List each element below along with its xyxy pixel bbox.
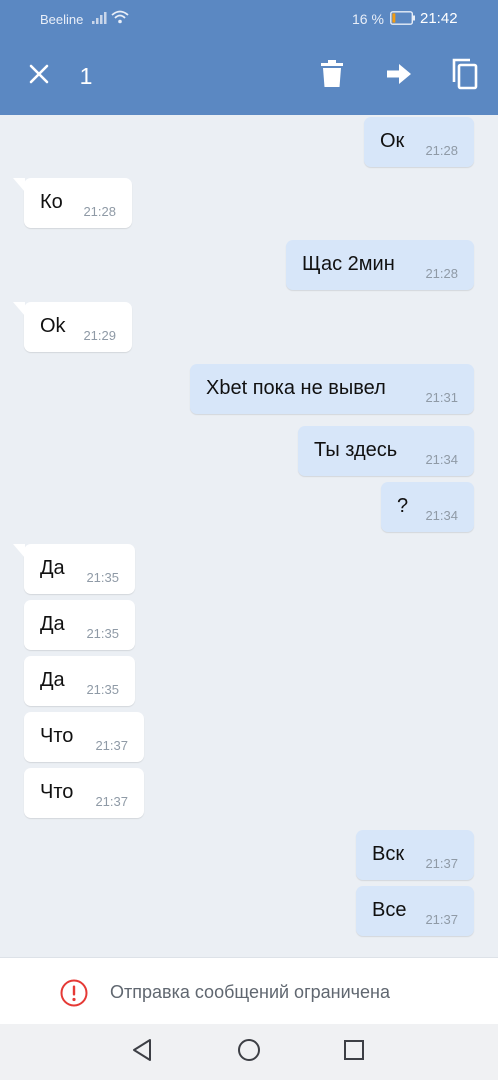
message-text: ? <box>397 495 409 517</box>
forward-button[interactable] <box>382 38 416 115</box>
wifi-icon <box>111 10 129 27</box>
message-text: Ок <box>380 130 405 152</box>
message-bubble-in[interactable]: Ко 21:28 <box>13 178 132 228</box>
message-time: 21:31 <box>425 390 458 405</box>
message-time: 21:37 <box>95 738 128 753</box>
message-time: 21:34 <box>425 508 458 523</box>
message-bubble-out[interactable]: Xbet пока не вывел 21:31 <box>190 364 474 414</box>
message-text: Щас 2мин <box>302 253 395 275</box>
nav-recent-apps-button[interactable] <box>334 1034 374 1070</box>
message-text: Да <box>40 669 65 691</box>
message-time: 21:34 <box>425 452 458 467</box>
close-icon <box>28 63 50 90</box>
message-bubble-out[interactable]: ? 21:34 <box>381 482 474 532</box>
bubble-tail <box>13 178 25 192</box>
status-bar: Beeline 16 % 21:42 <box>0 0 498 38</box>
message-time: 21:28 <box>83 204 116 219</box>
message-time: 21:35 <box>86 626 119 641</box>
message-text: Ты здесь <box>314 439 398 461</box>
signal-icon <box>92 12 108 27</box>
message-bubble-in[interactable]: Что 21:37 <box>24 712 144 762</box>
battery-icon <box>390 11 416 28</box>
copy-button[interactable] <box>446 38 484 115</box>
alert-circle-icon <box>60 979 88 1012</box>
message-bubble-in[interactable]: Ok 21:29 <box>13 302 132 352</box>
message-text: Ok <box>40 315 66 337</box>
message-text: Ко <box>40 191 63 213</box>
selected-count: 1 <box>79 63 93 89</box>
carrier-name: Beeline <box>40 12 84 27</box>
selection-action-bar: 1 <box>0 38 498 115</box>
message-time: 21:29 <box>83 328 116 343</box>
top-bar: Beeline 16 % 21:42 1 <box>0 0 498 115</box>
restricted-banner: Отправка сообщений ограничена <box>0 957 498 1025</box>
message-text: Вск <box>372 843 405 865</box>
message-bubble-out[interactable]: Вск 21:37 <box>356 830 474 880</box>
restricted-text: Отправка сообщений ограничена <box>110 982 390 1002</box>
message-time: 21:37 <box>425 856 458 871</box>
message-bubble-in[interactable]: Что 21:37 <box>24 768 144 818</box>
back-icon <box>131 1038 153 1067</box>
message-time: 21:37 <box>425 912 458 927</box>
message-text: Да <box>40 613 65 635</box>
battery-percent: 16 % <box>352 11 384 27</box>
delete-button[interactable] <box>316 38 348 115</box>
message-time: 21:28 <box>425 143 458 158</box>
navigation-bar <box>0 1024 498 1080</box>
close-selection-button[interactable] <box>22 38 56 115</box>
trash-icon <box>321 60 343 93</box>
bubble-tail <box>13 544 25 558</box>
message-bubble-in[interactable]: Да 21:35 <box>13 544 135 594</box>
message-bubble-out[interactable]: Все 21:37 <box>356 886 474 936</box>
message-time: 21:35 <box>86 682 119 697</box>
message-text: Что <box>40 725 74 747</box>
message-bubble-out[interactable]: Щас 2мин 21:28 <box>286 240 474 290</box>
message-bubble-in[interactable]: Да 21:35 <box>24 656 135 706</box>
message-bubble-out[interactable]: Ты здесь 21:34 <box>298 426 474 476</box>
bubble-tail <box>13 302 25 316</box>
message-time: 21:35 <box>86 570 119 585</box>
forward-icon <box>387 64 411 89</box>
recent-apps-icon <box>343 1039 365 1066</box>
message-bubble-out[interactable]: Ок 21:28 <box>364 117 474 167</box>
message-text: Xbet пока не вывел <box>206 377 386 399</box>
message-time: 21:37 <box>95 794 128 809</box>
message-time: 21:28 <box>425 266 458 281</box>
copy-icon <box>452 58 478 95</box>
message-bubble-in[interactable]: Да 21:35 <box>24 600 135 650</box>
message-text: Все <box>372 899 407 921</box>
message-text: Что <box>40 781 74 803</box>
message-list[interactable]: Ок 21:28 Ко 21:28 Щас 2мин 21:28 Ok 21:29 Xbet п… <box>0 115 498 957</box>
home-icon <box>237 1038 261 1067</box>
message-text: Да <box>40 557 65 579</box>
nav-back-button[interactable] <box>122 1034 162 1070</box>
nav-home-button[interactable] <box>229 1034 269 1070</box>
status-time: 21:42 <box>420 10 458 27</box>
